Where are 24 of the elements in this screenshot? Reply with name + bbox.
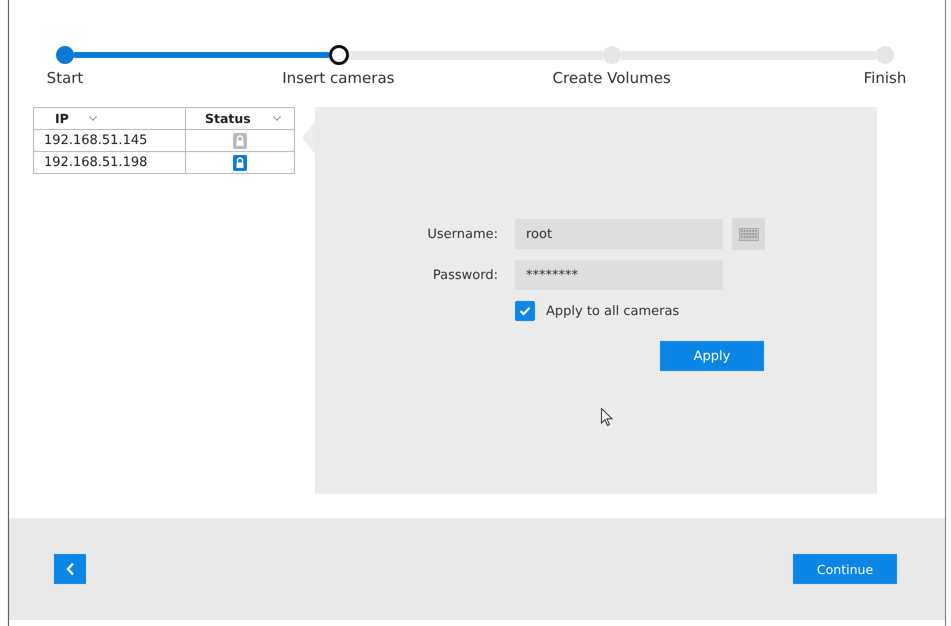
checkbox-label: Apply to all cameras	[546, 304, 680, 318]
step-label: Start	[46, 69, 84, 87]
chevron-down-icon	[272, 116, 281, 121]
table-cell: 192.168.51.145	[34, 130, 186, 152]
field-label: Username:	[426, 226, 498, 242]
continue-button[interactable]: Continue	[793, 554, 897, 584]
checkmark-icon	[519, 306, 531, 316]
keyboard-button[interactable]	[732, 218, 765, 250]
keyboard-icon	[738, 228, 758, 240]
apply-button[interactable]: Apply	[660, 341, 764, 371]
column-header[interactable]: Status	[186, 108, 294, 130]
step-label: Insert cameras	[282, 69, 394, 87]
step-label: Create Volumes	[552, 69, 671, 87]
table-cell: 192.168.51.198	[34, 152, 186, 174]
field-label: Password:	[432, 268, 498, 282]
checkbox[interactable]	[515, 301, 535, 321]
back-button[interactable]	[54, 554, 86, 584]
column-header[interactable]: IP	[34, 108, 186, 130]
chevron-left-icon	[66, 562, 74, 576]
input-field[interactable]: ********	[515, 260, 723, 290]
input-field[interactable]: root	[515, 219, 723, 249]
cursor-icon	[601, 408, 613, 427]
chevron-down-icon	[88, 116, 97, 121]
step-label: Finish	[864, 69, 906, 87]
